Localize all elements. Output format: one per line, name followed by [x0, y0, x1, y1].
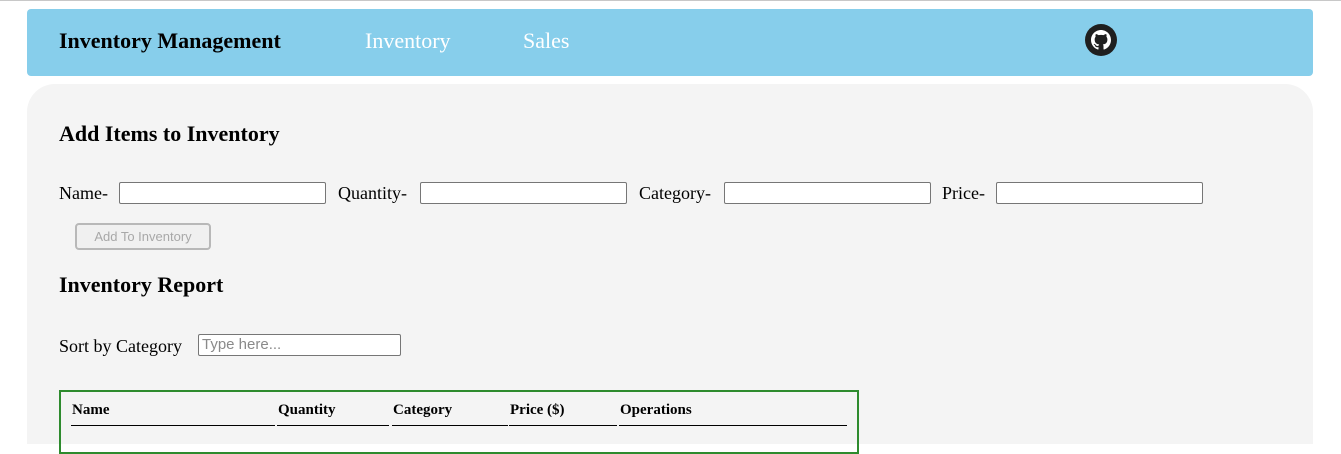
column-header-quantity: Quantity [277, 402, 389, 426]
column-header-name: Name [71, 402, 275, 426]
sort-category-input[interactable]: Type here... [198, 334, 401, 356]
navbar: Inventory Management Inventory Sales [27, 9, 1313, 76]
column-header-operations: Operations [619, 402, 847, 426]
name-input[interactable] [119, 182, 326, 204]
top-border [0, 0, 1341, 1]
quantity-label: Quantity- [338, 183, 407, 203]
brand-title: Inventory Management [59, 28, 281, 53]
sort-by-category-label: Sort by Category [59, 336, 182, 356]
column-header-category: Category [392, 402, 508, 426]
main-panel: Add Items to Inventory Name- Quantity- C… [27, 84, 1313, 454]
name-label: Name- [59, 183, 108, 203]
nav-link-inventory[interactable]: Inventory [365, 28, 451, 54]
add-to-inventory-button[interactable]: Add To Inventory [75, 223, 211, 250]
github-icon[interactable] [1085, 24, 1117, 56]
category-label: Category- [639, 183, 711, 203]
inventory-table: Name Quantity Category Price ($) Operati… [59, 390, 859, 454]
price-label: Price- [942, 183, 985, 203]
nav-link-sales[interactable]: Sales [523, 28, 569, 54]
column-header-price: Price ($) [509, 402, 617, 426]
category-input[interactable] [724, 182, 931, 204]
quantity-input[interactable] [420, 182, 627, 204]
inventory-report-heading: Inventory Report [59, 272, 224, 297]
add-items-heading: Add Items to Inventory [59, 121, 280, 146]
price-input[interactable] [996, 182, 1203, 204]
